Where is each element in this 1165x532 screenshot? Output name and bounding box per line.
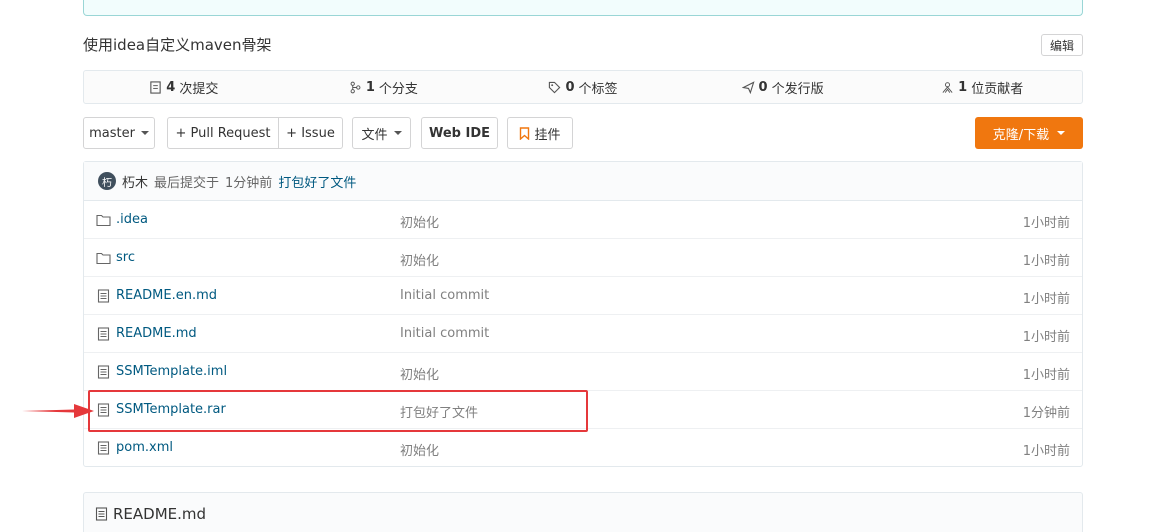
branch-icon xyxy=(350,81,361,93)
last-commit-bar: 朽 朽木 最后提交于 1分钟前 打包好了文件 xyxy=(84,162,1082,201)
readme-panel: README.md xyxy=(83,492,1083,532)
stat-branches-count: 1 xyxy=(365,79,375,95)
commit-author[interactable]: 朽木 xyxy=(122,172,148,191)
readme-title: README.md xyxy=(94,505,206,523)
stat-releases[interactable]: 0 个发行版 xyxy=(683,78,883,97)
commit-message[interactable]: 打包好了文件 xyxy=(278,172,356,191)
chevron-down-icon xyxy=(140,131,149,135)
file-icon xyxy=(95,507,108,521)
file-commit-message[interactable]: Initial commit xyxy=(400,326,489,341)
commit-icon xyxy=(150,80,161,94)
file-icon xyxy=(97,441,110,455)
file-commit-message[interactable]: 初始化 xyxy=(400,212,439,231)
clone-download-button[interactable]: 克隆/下载 xyxy=(975,117,1083,149)
stat-contributors-count: 1 xyxy=(958,79,968,95)
chevron-down-icon xyxy=(1057,131,1066,135)
file-commit-message[interactable]: 初始化 xyxy=(400,364,439,383)
file-row[interactable]: pom.xml 初始化 1小时前 xyxy=(84,429,1082,467)
pendant-label: 挂件 xyxy=(534,127,561,143)
commit-time: 1分钟前 xyxy=(225,175,273,191)
file-menu-label: 文件 xyxy=(361,127,388,143)
file-time: 1小时前 xyxy=(1022,254,1070,269)
stat-commits-label: 次提交 xyxy=(179,81,219,97)
file-row[interactable]: README.md Initial commit 1小时前 xyxy=(84,315,1082,353)
file-icon xyxy=(97,365,110,379)
annotation-arrow-icon xyxy=(22,404,94,418)
stat-commits[interactable]: 4 次提交 xyxy=(84,78,284,97)
stat-releases-label: 个发行版 xyxy=(771,81,824,97)
pull-request-button[interactable]: + Pull Request xyxy=(168,118,278,148)
file-name[interactable]: README.en.md xyxy=(116,288,217,303)
stat-tags-label: 个标签 xyxy=(578,81,618,97)
file-commit-message[interactable]: 初始化 xyxy=(400,440,439,459)
tag-icon xyxy=(549,81,561,93)
stat-releases-count: 0 xyxy=(758,79,768,95)
branch-select[interactable]: master xyxy=(83,117,155,149)
pr-issue-group: + Pull Request + Issue xyxy=(167,117,343,149)
file-commit-message[interactable]: Initial commit xyxy=(400,288,489,303)
chevron-down-icon xyxy=(393,131,402,135)
stat-branches[interactable]: 1 个分支 xyxy=(284,78,484,97)
stat-branches-label: 个分支 xyxy=(378,81,418,97)
stat-tags-count: 0 xyxy=(565,79,575,95)
file-name[interactable]: SSMTemplate.iml xyxy=(116,364,227,379)
file-row[interactable]: SSMTemplate.iml 初始化 1小时前 xyxy=(84,353,1082,391)
file-time: 1小时前 xyxy=(1022,292,1070,307)
stat-tags[interactable]: 0 个标签 xyxy=(483,78,683,97)
edit-button[interactable]: 编辑 xyxy=(1041,34,1083,56)
file-row[interactable]: src 初始化 1小时前 xyxy=(84,239,1082,277)
folder-icon xyxy=(96,214,111,227)
file-time: 1小时前 xyxy=(1022,330,1070,345)
stat-commits-count: 4 xyxy=(166,79,176,95)
file-time: 1分钟前 xyxy=(1022,406,1070,421)
branch-select-label: master xyxy=(89,125,135,141)
file-row[interactable]: README.en.md Initial commit 1小时前 xyxy=(84,277,1082,315)
issue-button[interactable]: + Issue xyxy=(278,118,342,148)
file-menu-button[interactable]: 文件 xyxy=(352,117,411,149)
repo-stats-bar: 4 次提交 1 个分支 0 个标签 0 个发行版 1 位贡献者 xyxy=(83,70,1083,104)
release-icon xyxy=(741,80,755,94)
file-name[interactable]: README.md xyxy=(116,326,197,341)
file-commit-message[interactable]: 初始化 xyxy=(400,250,439,269)
bookmark-icon xyxy=(520,126,530,140)
repo-description: 使用idea自定义maven骨架 xyxy=(83,36,272,54)
web-ide-button[interactable]: Web IDE xyxy=(421,117,498,149)
folder-icon xyxy=(96,252,111,265)
pendant-button[interactable]: 挂件 xyxy=(507,117,573,149)
file-name[interactable]: .idea xyxy=(116,212,148,227)
file-name[interactable]: src xyxy=(116,250,135,265)
stat-contributors-label: 位贡献者 xyxy=(971,81,1024,97)
avatar[interactable]: 朽 xyxy=(98,172,116,190)
top-info-box xyxy=(83,0,1083,16)
stat-contributors[interactable]: 1 位贡献者 xyxy=(882,78,1082,97)
file-time: 1小时前 xyxy=(1022,444,1070,459)
commit-prefix: 最后提交于 xyxy=(154,175,220,191)
file-icon xyxy=(97,289,110,303)
readme-title-label: README.md xyxy=(113,505,207,523)
annotation-highlight-box xyxy=(88,390,588,432)
file-icon xyxy=(97,327,110,341)
file-name[interactable]: pom.xml xyxy=(116,440,173,455)
file-time: 1小时前 xyxy=(1022,368,1070,383)
file-time: 1小时前 xyxy=(1022,216,1070,231)
clone-download-label: 克隆/下载 xyxy=(992,127,1050,143)
file-row[interactable]: .idea 初始化 1小时前 xyxy=(84,201,1082,239)
contributor-icon xyxy=(942,81,953,93)
